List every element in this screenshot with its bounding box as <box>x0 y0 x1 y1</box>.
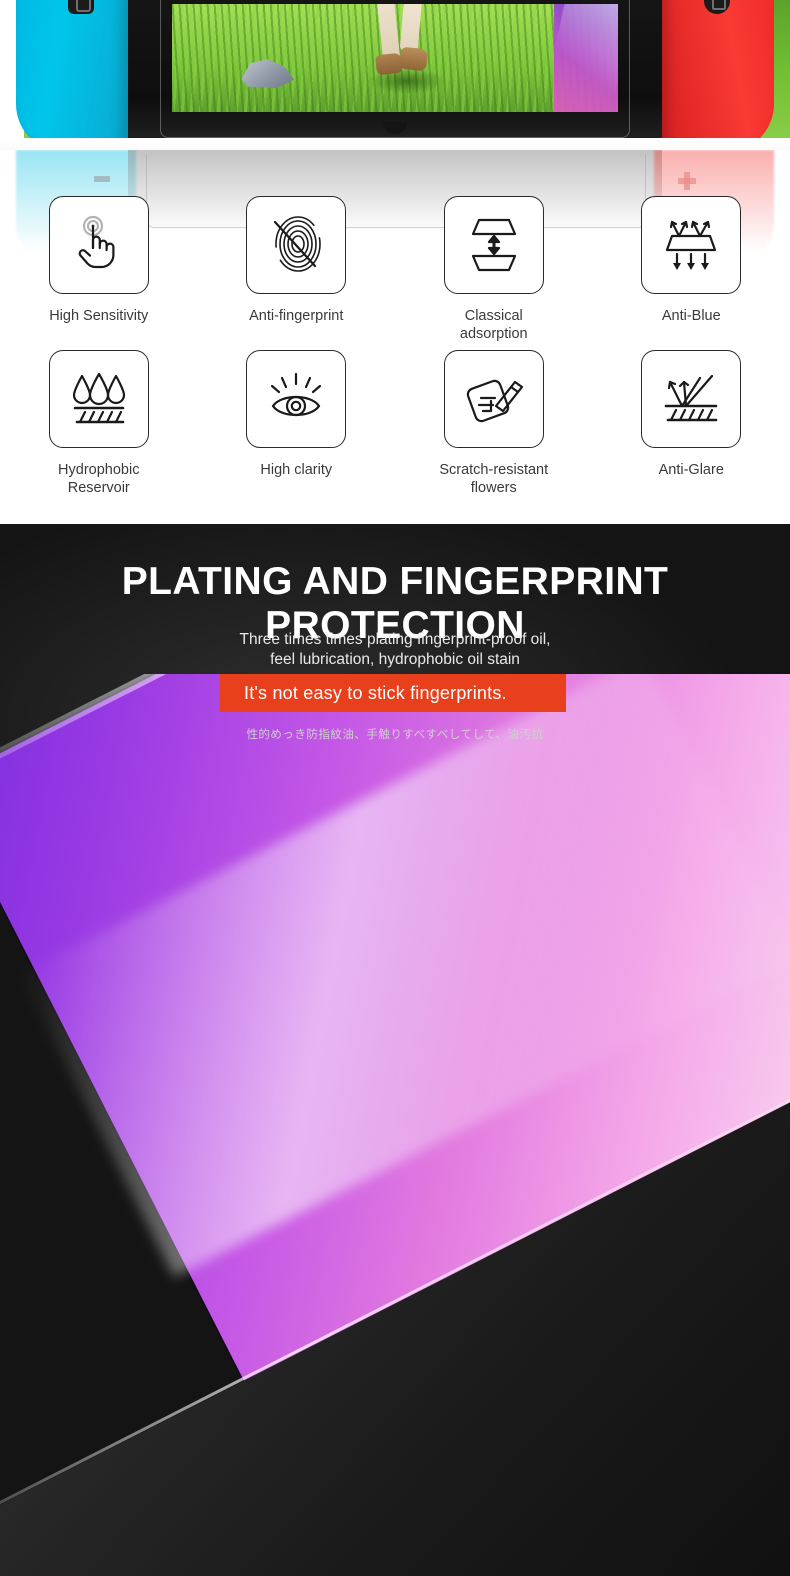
water-droplets-icon <box>48 350 149 448</box>
promo-dark-section: PLATING AND FINGERPRINT PROTECTION Three… <box>0 524 790 1576</box>
switch-console-body <box>128 0 662 148</box>
reflection-plus-button <box>678 172 696 190</box>
feature-label: Anti-Glare <box>658 462 724 478</box>
feature-row-2: Hydrophobic Reservoir High clarity Scrat… <box>0 350 790 497</box>
feature-label-line2: adsorption <box>459 325 528 342</box>
feature-label: High clarity <box>260 462 333 478</box>
console-bottom-notch <box>128 120 662 136</box>
promo-banner-text: It's not easy to stick fingerprints. <box>244 682 507 703</box>
feature-label: Anti-Blue <box>661 308 721 324</box>
feature-anti-glare: Anti-Glare <box>593 350 790 497</box>
touch-hand-icon <box>48 196 149 294</box>
product-detail-page: High Sensitivity Anti-fingerprint Classi… <box>0 0 790 1576</box>
feature-scratch-resistant: Scratch-resistant flowers <box>395 350 593 497</box>
feature-label-line2: flowers <box>470 479 517 496</box>
promo-subheadline-line2: feel lubrication, hydrophobic oil stain <box>270 651 520 669</box>
feature-anti-fingerprint: Anti-fingerprint <box>198 196 396 343</box>
feature-label-line2: Reservoir <box>67 479 130 496</box>
joycon-right-home-button <box>704 0 730 14</box>
feature-label-line1: Hydrophobic <box>58 462 140 478</box>
feature-label: Scratch-resistant flowers <box>424 462 564 497</box>
joycon-right <box>662 0 774 152</box>
promo-japanese-text: 性的めっき防指紋油、手触りすべすべしてして、油汚抗 <box>246 729 544 741</box>
promo-subheadline-line1: Three times times plating fingerprint-pr… <box>239 631 551 648</box>
feature-classical-adsorption: Classical adsorption <box>395 196 593 343</box>
feature-row-1: High Sensitivity Anti-fingerprint Classi… <box>0 196 790 343</box>
fingerprint-crossed-icon <box>246 196 347 294</box>
promo-subheadline: Three times times plating fingerprint-pr… <box>0 630 790 671</box>
promo-headline-line1: PLATING AND FINGERPRINT <box>121 560 669 603</box>
feature-anti-blue: Anti-Blue <box>593 196 790 343</box>
anti-blue-light-icon <box>641 196 742 294</box>
scratch-knife-icon <box>443 350 544 448</box>
hero-product-photo <box>0 0 790 172</box>
feature-icon-grid: High Sensitivity Anti-fingerprint Classi… <box>0 196 790 526</box>
feature-hydrophobic-reservoir: Hydrophobic Reservoir <box>0 350 198 497</box>
feature-label: Classical adsorption <box>424 308 564 343</box>
joycon-left-capture-button <box>68 0 94 14</box>
anti-glare-icon <box>641 350 742 448</box>
feature-label: High Sensitivity <box>49 308 149 324</box>
screen-protector-outline <box>160 0 630 138</box>
joycon-left <box>16 0 128 152</box>
feature-label: Anti-fingerprint <box>249 308 344 324</box>
feature-label: Hydrophobic Reservoir <box>29 462 169 497</box>
feature-high-sensitivity: High Sensitivity <box>0 196 198 343</box>
adsorption-layers-icon <box>443 196 544 294</box>
feature-label-line1: Classical <box>464 308 523 324</box>
feature-label-line1: Scratch-resistant <box>439 462 549 478</box>
eye-clarity-icon <box>246 350 347 448</box>
feature-high-clarity: High clarity <box>198 350 396 497</box>
promo-banner: It's not easy to stick fingerprints. <box>220 674 566 712</box>
reflection-minus-button <box>94 176 110 182</box>
